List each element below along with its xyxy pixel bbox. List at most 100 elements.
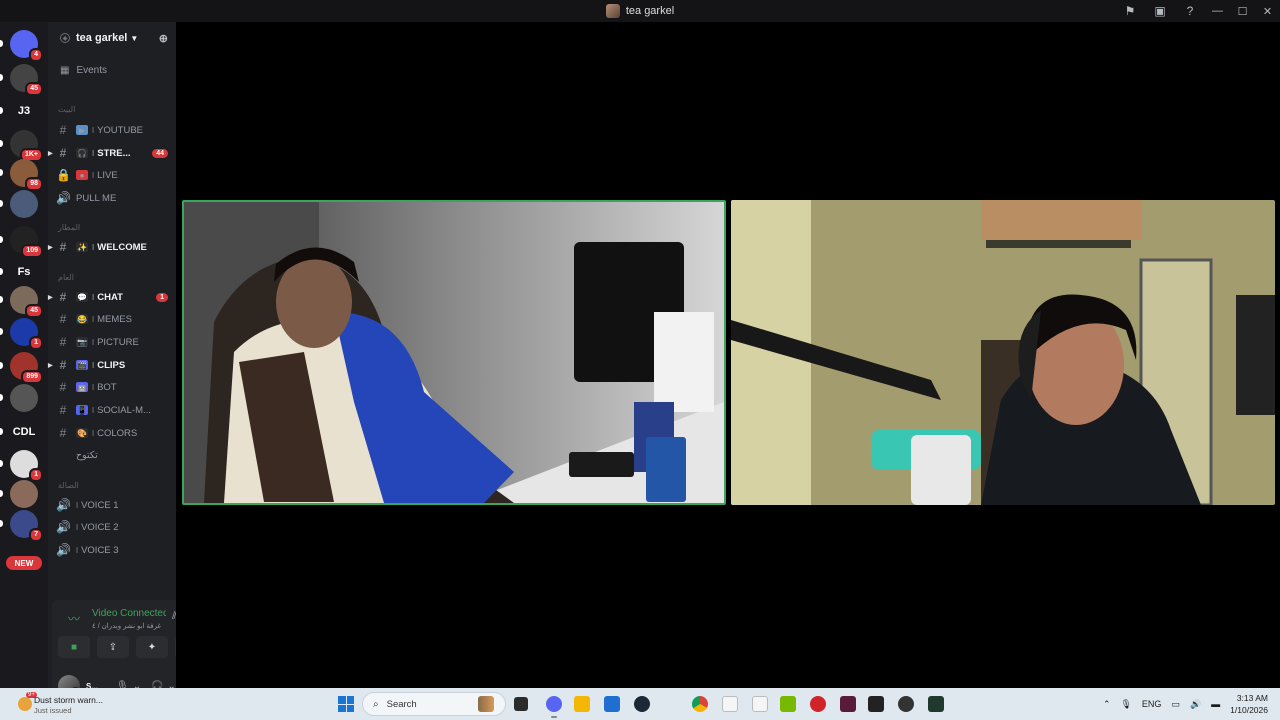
app-icon[interactable] [840, 696, 856, 712]
channel-item[interactable]: # 🤖 ǀ BOT [56, 377, 172, 397]
server-icon[interactable]: 98 [0, 159, 43, 191]
channel-item[interactable]: 🔒 ● ǀ LIVE [56, 165, 172, 185]
channel-name: PULL ME [76, 192, 117, 204]
speaker-icon: 🔊 [56, 543, 71, 557]
mention-badge: 899 [21, 370, 43, 384]
channel-item[interactable]: ▶ # 💬 ǀ CHAT 1 [48, 287, 172, 307]
task-view-icon[interactable] [514, 697, 528, 711]
clock[interactable]: 3:13 AM 1/10/2026 [1230, 692, 1268, 716]
windows-start-icon[interactable] [338, 696, 354, 712]
chevron-up-icon[interactable]: ⌃ [1103, 699, 1111, 710]
server-icon[interactable]: 45 [0, 286, 43, 318]
invite-people-icon[interactable]: ⊕ [159, 32, 168, 45]
hashtag-icon: # [59, 312, 67, 326]
server-icon[interactable] [0, 384, 38, 412]
close-button[interactable]: ✕ [1255, 0, 1280, 22]
minimize-button[interactable]: — [1205, 0, 1230, 22]
weather-widget[interactable]: 9+ Dust storm warn... Just issued [14, 691, 124, 717]
network-icon[interactable]: ▭ [1171, 699, 1180, 710]
discord-taskbar-icon[interactable] [546, 696, 562, 712]
server-icon[interactable] [0, 480, 38, 508]
server-header[interactable]: ◆ tea garkel ▼ ⊕ [48, 22, 176, 54]
server-icon[interactable]: 1K+ [0, 130, 43, 162]
events-item[interactable]: ▦ Events [60, 65, 107, 76]
separator: ǀ [76, 545, 79, 555]
screen-share-button[interactable]: ⇪ [97, 636, 129, 658]
file-icon[interactable] [752, 696, 768, 712]
channel-emoji-icon: 💬 [76, 292, 88, 302]
server-icon[interactable]: 1 [0, 318, 43, 350]
server-icon[interactable]: 899 [0, 352, 43, 384]
app-icon[interactable] [868, 696, 884, 712]
unread-pill [0, 169, 3, 176]
language-indicator[interactable]: ENG [1142, 699, 1162, 709]
server-icon[interactable]: Fs [0, 258, 38, 286]
mention-badge: 7 [29, 528, 43, 542]
app-icon[interactable] [898, 696, 914, 712]
channel-emoji-icon: ✨ [76, 242, 88, 252]
channel-item[interactable]: تكتوح [56, 445, 172, 465]
new-servers-pill[interactable]: NEW [6, 556, 42, 570]
flag-icon[interactable]: ⚑ [1115, 0, 1145, 22]
server-name: tea garkel [76, 32, 128, 44]
channel-item[interactable]: # 📷 ǀ PICTURE [56, 332, 172, 352]
camera-button[interactable]: ■ [58, 636, 90, 658]
video-feed-image [731, 200, 1275, 505]
channel-item[interactable]: # 🎨 ǀ COLORS [56, 423, 172, 443]
help-icon[interactable]: ? [1175, 0, 1205, 22]
server-icon[interactable] [0, 190, 38, 218]
widgets-icon[interactable] [478, 696, 494, 712]
speaker-icon: 🔊 [56, 191, 71, 205]
maximize-button[interactable]: ☐ [1230, 0, 1255, 22]
voice-status[interactable]: Video Connected [92, 608, 166, 619]
channel-item[interactable]: # 📱 ǀ SOCIAL-M... [56, 400, 172, 420]
voice-channel-name[interactable]: غرفة ابو نشر وبدران / ٤ [92, 622, 166, 630]
inbox-icon[interactable]: ▣ [1145, 0, 1175, 22]
channel-item[interactable]: # ▶ ǀ YOUTUBE [56, 120, 172, 140]
separator: ǀ [92, 148, 95, 158]
channel-item[interactable]: # 😂 ǀ MEMES [56, 309, 172, 329]
server-icon[interactable]: 45 [0, 64, 43, 96]
channel-item[interactable]: ▶ # 🎬 ǀ CLIPS [48, 355, 172, 375]
channel-category[interactable]: العام [58, 273, 74, 282]
nvidia-icon[interactable] [780, 696, 796, 712]
store-icon[interactable] [604, 696, 620, 712]
video-tile-speaking[interactable] [182, 200, 726, 505]
battery-icon[interactable]: ▬ [1211, 699, 1220, 709]
channel-category[interactable]: الصالة [58, 481, 79, 490]
video-tile[interactable] [731, 200, 1275, 505]
channel-item[interactable]: 🔊 ǀ VOICE 3 [56, 540, 172, 560]
volume-icon[interactable]: 🔊 [1190, 699, 1201, 710]
microphone-tray-icon[interactable]: 🎙 [1120, 699, 1131, 710]
channel-item[interactable]: 🔊 ǀ VOICE 2 [56, 517, 172, 537]
mention-badge: 44 [152, 148, 168, 158]
file-explorer-icon[interactable] [574, 696, 590, 712]
hashtag-icon: # [59, 426, 67, 440]
channel-item[interactable]: 🔊 ǀ VOICE 1 [56, 495, 172, 515]
server-icon[interactable]: 7 [0, 510, 43, 542]
mention-badge: 1 [29, 336, 43, 350]
channel-item[interactable]: ▶ # ✨ ǀ WELCOME [48, 237, 172, 257]
server-initials: CDL [12, 426, 36, 438]
search-icon: ⌕ [373, 698, 379, 710]
channel-item[interactable]: 🔊 PULL ME [56, 188, 172, 208]
channel-category[interactable]: المطار [58, 223, 80, 232]
media-player-icon[interactable] [810, 696, 826, 712]
server-icon[interactable]: CDL [0, 418, 38, 446]
weather-subtitle: Just issued [34, 706, 72, 715]
chrome-icon[interactable] [692, 696, 708, 712]
server-icon[interactable]: J3 [0, 97, 38, 125]
terminal-icon[interactable] [928, 696, 944, 712]
server-icon[interactable]: 109 [0, 226, 43, 258]
activities-button[interactable]: ✦ [136, 636, 168, 658]
server-icon[interactable]: 4 [0, 30, 43, 62]
steam-icon[interactable] [634, 696, 650, 712]
channel-name: LIVE [97, 169, 118, 181]
hashtag-icon: # [59, 240, 67, 254]
channel-category[interactable]: البيت [58, 105, 75, 114]
file-icon[interactable] [722, 696, 738, 712]
unread-pill [0, 362, 3, 369]
unread-arrow-icon: ▶ [48, 362, 53, 369]
channel-item[interactable]: ▶ # 🎧 ǀ STRE... 44 [48, 143, 172, 163]
server-icon[interactable]: 1 [0, 450, 43, 482]
